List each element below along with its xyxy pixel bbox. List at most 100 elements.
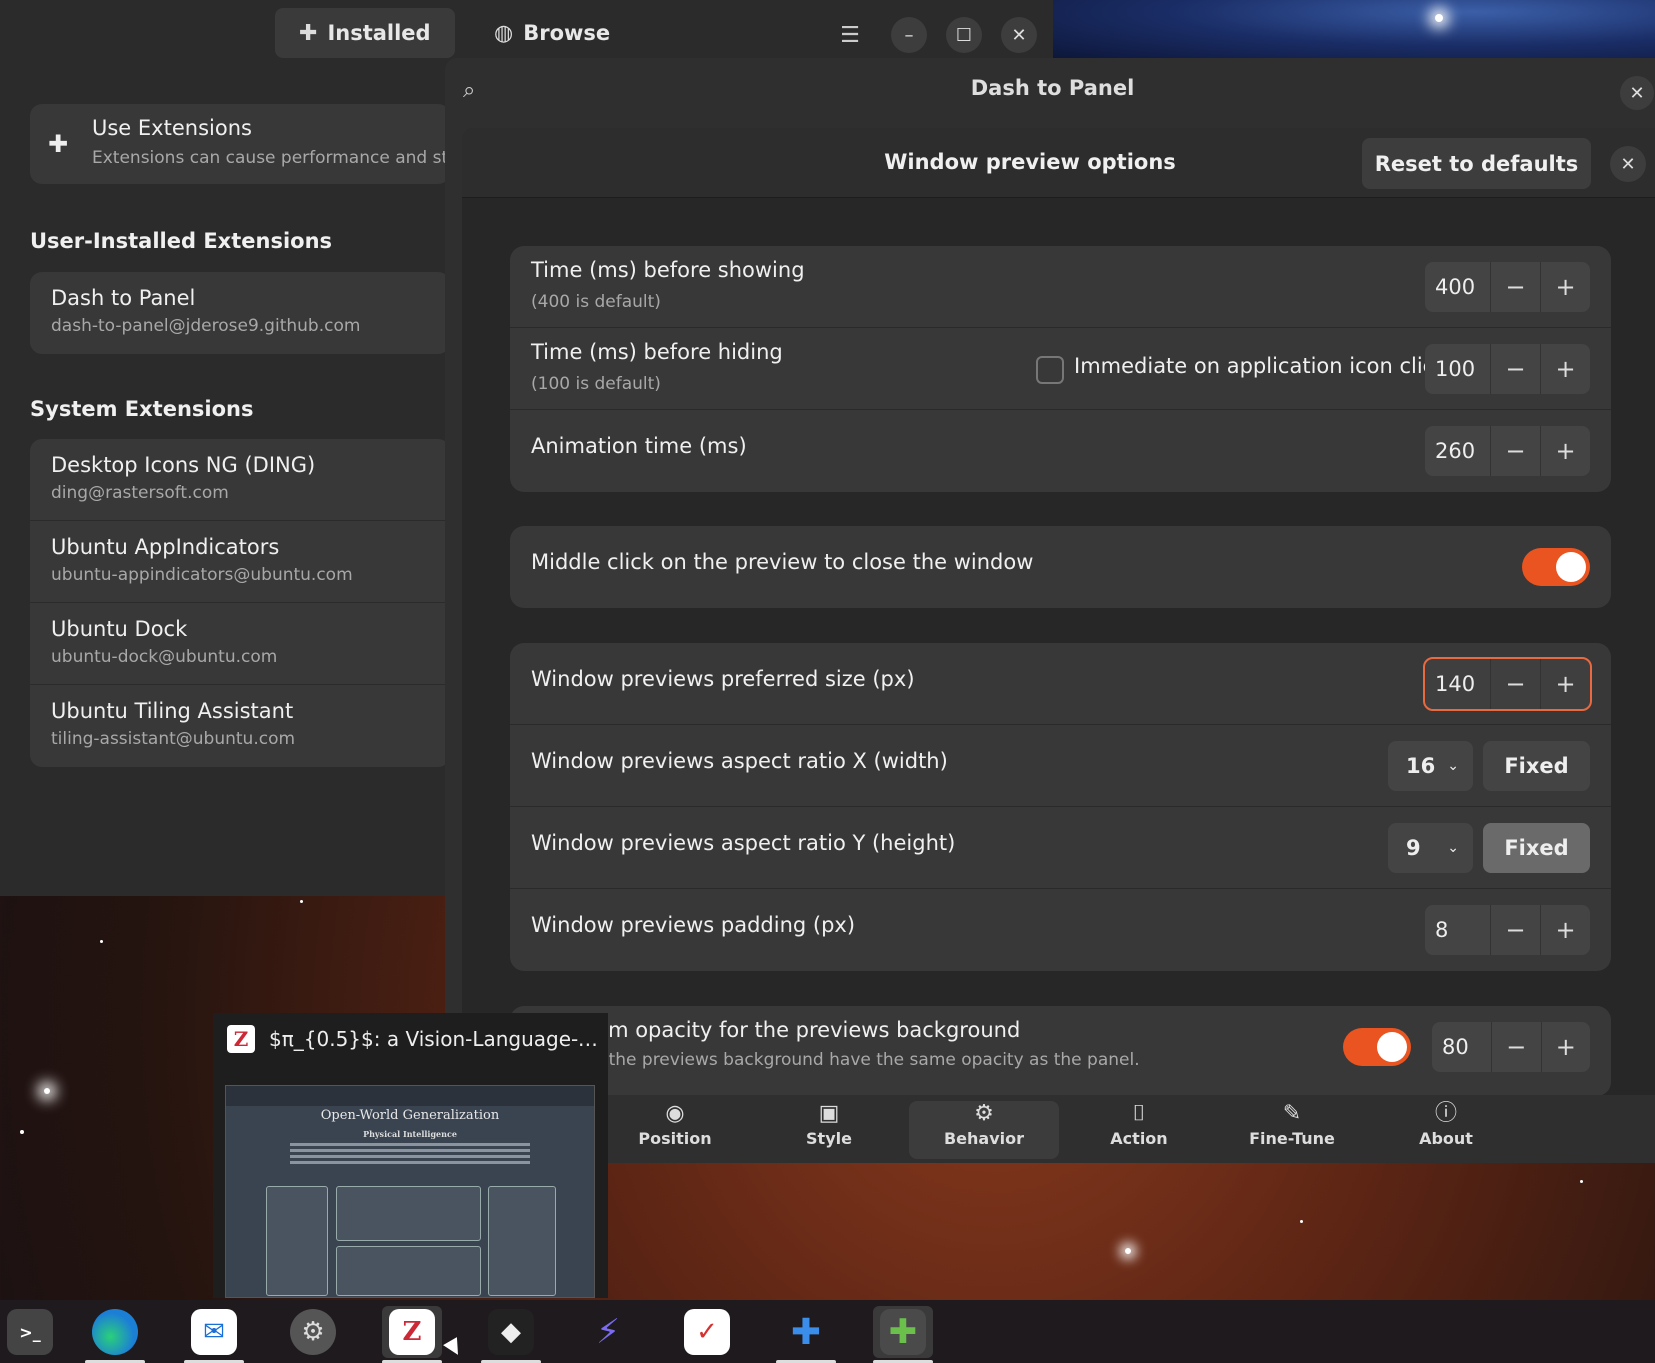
thumbnail-toolbar (226, 1086, 594, 1106)
edge-browser-icon (92, 1309, 138, 1355)
spin-value[interactable]: 8 (1425, 905, 1491, 955)
row-time-before-showing: Time (ms) before showing (400 is default… (510, 246, 1611, 328)
row-label: Window previews aspect ratio Y (height) (531, 831, 956, 855)
taskbar-extension-manager[interactable]: ✚ (776, 1306, 836, 1363)
cube-icon: ◆ (488, 1309, 534, 1355)
spin-value[interactable]: 400 (1425, 262, 1491, 312)
spin-value[interactable]: 140 (1425, 659, 1491, 709)
nav-tab-behavior[interactable]: ⚙ Behavior (909, 1101, 1059, 1159)
minimize-button[interactable]: – (891, 17, 927, 53)
star (300, 900, 303, 903)
row-label: Window previews padding (px) (531, 913, 856, 937)
nav-tab-about[interactable]: ⓘ About (1371, 1101, 1521, 1159)
preview-window-title: $π_{0.5}$: a Vision-Language-Acti… (269, 1027, 604, 1051)
extension-name: Ubuntu AppIndicators (51, 535, 280, 559)
nav-tab-action[interactable]: ⌷ Action (1064, 1101, 1214, 1159)
ratio-x-dropdown[interactable]: 16 ⌄ (1388, 741, 1473, 791)
row-label: Window previews preferred size (px) (531, 667, 915, 691)
animation-time-spinbutton: 260 − + (1425, 426, 1590, 476)
window-preview-popup[interactable]: Z $π_{0.5}$: a Vision-Language-Acti… Ope… (213, 1013, 608, 1298)
hamburger-icon: ☰ (840, 22, 860, 48)
chevron-down-icon: ⌄ (1447, 758, 1459, 774)
ratio-y-fixed-button[interactable]: Fixed (1483, 823, 1590, 873)
dialog-close-button[interactable]: ✕ (1610, 146, 1646, 182)
taskbar-app-cube[interactable]: ◆ (481, 1306, 541, 1363)
window-preview-dialog: Window preview options Reset to defaults… (462, 128, 1655, 1095)
preview-size-group: Window previews preferred size (px) 140 … (510, 643, 1611, 971)
decrement-button[interactable]: − (1492, 1022, 1542, 1072)
use-extensions-row[interactable]: ✚ Use Extensions Extensions can cause pe… (30, 104, 469, 184)
spin-value[interactable]: 80 (1432, 1022, 1492, 1072)
ratio-x-fixed-button[interactable]: Fixed (1483, 741, 1590, 791)
immediate-checkbox[interactable] (1036, 356, 1064, 384)
row-sublabel: d, the previews background have the same… (587, 1050, 1140, 1070)
zotero-icon: Z (389, 1309, 435, 1355)
thumbnail-subheading: Physical Intelligence (363, 1129, 457, 1139)
row-padding: Window previews padding (px) 8 − + (510, 889, 1611, 971)
header-bar: ✚ Installed ◍ Browse ☰ – ☐ ✕ (0, 0, 1053, 64)
star (44, 1088, 50, 1094)
taskbar-terminal[interactable]: >_ (0, 1306, 60, 1358)
extension-row-dash-to-panel[interactable]: Dash to Panel dash-to-panel@jderose9.git… (30, 272, 450, 354)
extension-row-ding[interactable]: Desktop Icons NG (DING) ding@rastersoft.… (30, 439, 450, 521)
taskbar-zotero[interactable]: Z (382, 1306, 442, 1363)
row-animation-time: Animation time (ms) 260 − + (510, 410, 1611, 492)
decrement-button[interactable]: − (1491, 659, 1541, 709)
row-label: Time (ms) before hiding (531, 340, 783, 364)
maximize-button[interactable]: ☐ (946, 17, 982, 53)
checkbox-label: Immediate on application icon click (1074, 354, 1447, 378)
increment-button[interactable]: + (1541, 659, 1590, 709)
preview-thumbnail[interactable]: Open-World Generalization Physical Intel… (225, 1085, 595, 1298)
extension-row-appindicators[interactable]: Ubuntu AppIndicators ubuntu-appindicator… (30, 521, 450, 603)
middle-click-toggle[interactable] (1522, 548, 1590, 586)
taskbar-extensions[interactable]: ✚ (873, 1306, 933, 1363)
user-extensions-list: Dash to Panel dash-to-panel@jderose9.git… (30, 272, 450, 354)
image-icon: ▣ (818, 1101, 840, 1126)
ratio-y-dropdown[interactable]: 9 ⌄ (1388, 823, 1473, 873)
row-label: Time (ms) before showing (531, 258, 805, 282)
taskbar-app-linear[interactable]: ⚡ (578, 1306, 638, 1358)
star (1300, 1220, 1303, 1223)
menu-button[interactable]: ☰ (832, 17, 868, 53)
extension-row-tiling-assistant[interactable]: Ubuntu Tiling Assistant tiling-assistant… (30, 685, 450, 767)
row-sublabel: (100 is default) (531, 374, 661, 394)
thumbnail-figure (336, 1246, 481, 1296)
spin-value[interactable]: 260 (1425, 426, 1491, 476)
extension-id: dash-to-panel@jderose9.github.com (51, 316, 361, 336)
decrement-button[interactable]: − (1491, 262, 1541, 312)
preview-title-bar: Z $π_{0.5}$: a Vision-Language-Acti… (213, 1013, 608, 1065)
spin-value[interactable]: 100 (1425, 344, 1491, 394)
thumbnail-figure (488, 1186, 556, 1296)
nav-tab-fine-tune[interactable]: ✎ Fine-Tune (1217, 1101, 1367, 1159)
decrement-button[interactable]: − (1491, 426, 1541, 476)
taskbar-app-tasks[interactable]: ✓ (677, 1306, 737, 1358)
row-aspect-ratio-x: Window previews aspect ratio X (width) 1… (510, 725, 1611, 807)
increment-button[interactable]: + (1542, 1022, 1591, 1072)
puzzle-icon: ✚ (790, 1311, 822, 1353)
decrement-button[interactable]: − (1491, 344, 1541, 394)
row-preferred-size: Window previews preferred size (px) 140 … (510, 643, 1611, 725)
increment-button[interactable]: + (1541, 262, 1590, 312)
custom-opacity-toggle[interactable] (1343, 1028, 1411, 1066)
extension-id: ubuntu-dock@ubuntu.com (51, 647, 278, 667)
taskbar-settings[interactable]: ⚙ (283, 1306, 343, 1358)
nav-tab-position[interactable]: ◉ Position (600, 1101, 750, 1159)
tab-browse[interactable]: ◍ Browse (470, 8, 634, 58)
increment-button[interactable]: + (1541, 344, 1590, 394)
reset-defaults-button[interactable]: Reset to defaults (1362, 138, 1591, 189)
star (100, 940, 103, 943)
extension-row-ubuntu-dock[interactable]: Ubuntu Dock ubuntu-dock@ubuntu.com (30, 603, 450, 685)
row-label: Window previews aspect ratio X (width) (531, 749, 948, 773)
increment-button[interactable]: + (1541, 905, 1590, 955)
show-time-spinbutton: 400 − + (1425, 262, 1590, 312)
prefs-close-button[interactable]: ✕ (1620, 76, 1654, 110)
close-button[interactable]: ✕ (1001, 17, 1037, 53)
section-title-user: User-Installed Extensions (30, 229, 333, 253)
taskbar-edge[interactable] (85, 1306, 145, 1363)
tab-installed[interactable]: ✚ Installed (275, 8, 455, 58)
increment-button[interactable]: + (1541, 426, 1590, 476)
decrement-button[interactable]: − (1491, 905, 1541, 955)
thumbnail-heading: Open-World Generalization (320, 1108, 500, 1123)
nav-tab-style[interactable]: ▣ Style (754, 1101, 904, 1159)
taskbar-mail[interactable]: ✉ (184, 1306, 244, 1363)
